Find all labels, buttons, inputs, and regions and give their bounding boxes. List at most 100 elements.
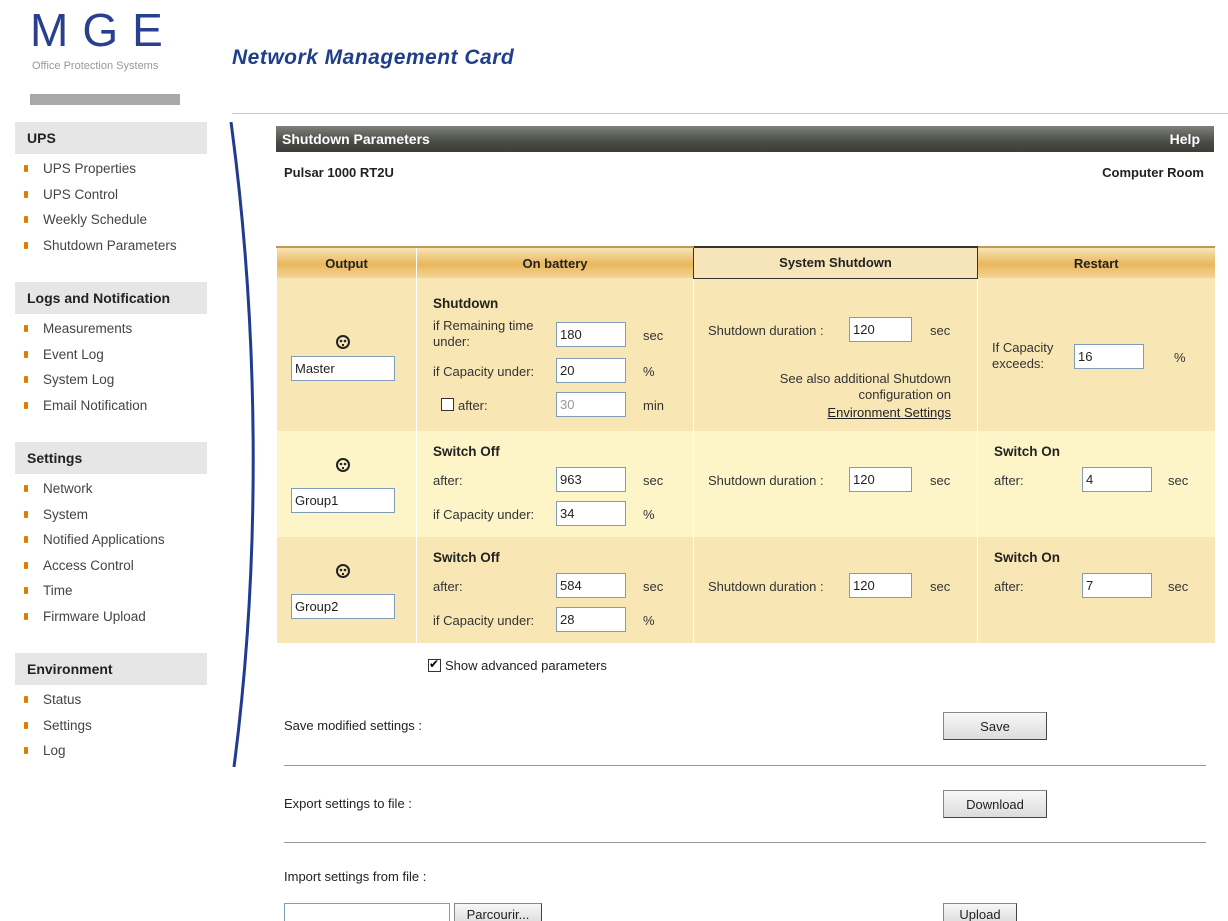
unit-label: % [643,507,655,522]
unit-label: sec [1168,579,1189,594]
save-button[interactable]: Save [943,712,1047,740]
battery-section-label: Switch Off [433,550,500,565]
capacity-exceeds-label: If Capacity exceeds: [992,340,1054,371]
help-link[interactable]: Help [1170,131,1200,147]
shutdown-duration-input[interactable] [849,573,912,598]
export-row: Export settings to file : [284,796,1204,811]
capacity-under-input[interactable] [556,501,626,526]
sidebar-item-email-notification[interactable]: Email Notification [15,393,207,419]
main-content: Shutdown Parameters Help Pulsar 1000 RT2… [276,126,1215,921]
sidebar-item-ups-properties[interactable]: UPS Properties [15,156,207,182]
sidebar-item-access-control[interactable]: Access Control [15,553,207,579]
table-row-group1: Switch Off after: sec if Capacity under:… [276,431,1215,537]
page-header-title: Network Management Card [232,46,515,69]
bullet-icon [24,485,28,492]
capacity-under-input[interactable] [556,607,626,632]
switch-on-after-input[interactable] [1082,573,1152,598]
bullet-icon [24,747,28,754]
outlet-icon [336,458,350,472]
sidebar-heading: UPS [15,122,207,154]
bullet-icon [24,536,28,543]
table-row-master: Shutdown if Remaining time under: sec if… [276,278,1215,431]
sidebar-item-system-log[interactable]: System Log [15,367,207,393]
divider [284,765,1206,766]
logo-text: MGE [30,4,177,56]
sidebar-curve-divider [229,122,255,767]
device-location: Computer Room [1102,165,1204,180]
shutdown-parameters-table: Output On battery System Shutdown Restar… [276,246,1215,643]
browse-button[interactable]: Parcourir... [454,903,542,921]
battery-section-label: Switch Off [433,444,500,459]
after-minutes-input[interactable] [556,392,626,417]
bullet-icon [24,241,28,249]
capacity-under-label: if Capacity under: [433,507,535,522]
sidebar-item-env-settings[interactable]: Settings [15,713,207,739]
output-name-group2[interactable] [291,594,395,619]
bullet-icon [24,165,28,172]
sidebar-item-status[interactable]: Status [15,687,207,713]
import-file-input[interactable] [284,903,450,921]
output-name-group1[interactable] [291,488,395,513]
shutdown-duration-label: Shutdown duration : [708,579,824,594]
sidebar-heading: Settings [15,442,207,474]
save-row: Save modified settings : [284,718,1204,733]
bullet-icon [24,401,28,409]
remaining-time-input[interactable] [556,322,626,347]
after-checkbox[interactable] [441,398,454,411]
sidebar-item-ups-control[interactable]: UPS Control [15,182,207,208]
capacity-exceeds-input[interactable] [1074,344,1144,369]
shutdown-duration-label: Shutdown duration : [708,322,824,338]
switch-off-after-input[interactable] [556,573,626,598]
output-name-master[interactable] [291,356,395,381]
logo-bar [30,94,180,105]
unit-label: sec [930,322,951,338]
sidebar-item-measurements[interactable]: Measurements [15,316,207,342]
sidebar-item-notified-applications[interactable]: Notified Applications [15,527,207,553]
unit-label: % [643,364,655,379]
sidebar-item-network[interactable]: Network [15,476,207,502]
shutdown-duration-input[interactable] [849,467,912,492]
after-label: after: [994,579,1024,594]
sidebar-item-firmware-upload[interactable]: Firmware Upload [15,604,207,630]
sidebar-item-system[interactable]: System [15,502,207,528]
capacity-under-input[interactable] [556,358,626,383]
import-label: Import settings from file : [284,869,427,884]
environment-settings-link[interactable]: Environment Settings [827,405,951,420]
column-header-output: Output [276,246,417,278]
capacity-under-label: if Capacity under: [433,364,535,379]
mge-logo: MGE Office Protection Systems [30,4,190,72]
bullet-icon [24,325,28,332]
sidebar: UPS UPS Properties UPS Control Weekly Sc… [15,122,207,788]
sidebar-item-weekly-schedule[interactable]: Weekly Schedule [15,207,207,233]
advanced-parameters-label: Show advanced parameters [445,658,607,673]
sidebar-item-time[interactable]: Time [15,578,207,604]
unit-label: sec [930,473,951,488]
bullet-icon [24,561,28,569]
unit-label: sec [930,579,951,594]
switch-on-after-input[interactable] [1082,467,1152,492]
sidebar-heading: Logs and Notification [15,282,207,314]
unit-label: sec [1168,473,1189,488]
sidebar-heading: Environment [15,653,207,685]
advanced-parameters-toggle[interactable]: Show advanced parameters [428,657,607,673]
upload-button[interactable]: Upload [943,903,1017,921]
sidebar-item-log[interactable]: Log [15,738,207,764]
restart-section-label: Switch On [994,550,1061,565]
remaining-time-label: if Remaining time under: [433,318,534,349]
sidebar-section-settings: Settings Network System Notified Applica… [15,442,207,629]
switch-off-after-input[interactable] [556,467,626,492]
after-label: after: [433,579,463,594]
after-label: after: [433,473,463,488]
sidebar-item-shutdown-parameters[interactable]: Shutdown Parameters [15,233,207,259]
unit-label: % [1174,350,1186,365]
sidebar-item-event-log[interactable]: Event Log [15,342,207,368]
shutdown-duration-input[interactable] [849,316,912,342]
device-info: Pulsar 1000 RT2U Computer Room [276,165,1214,180]
unit-label: sec [643,579,664,594]
advanced-parameters-checkbox[interactable] [428,657,441,672]
bullet-icon [24,350,28,358]
bullet-icon [24,190,28,198]
download-button[interactable]: Download [943,790,1047,818]
column-header-system-shutdown[interactable]: System Shutdown [693,246,978,279]
bullet-icon [24,376,28,383]
